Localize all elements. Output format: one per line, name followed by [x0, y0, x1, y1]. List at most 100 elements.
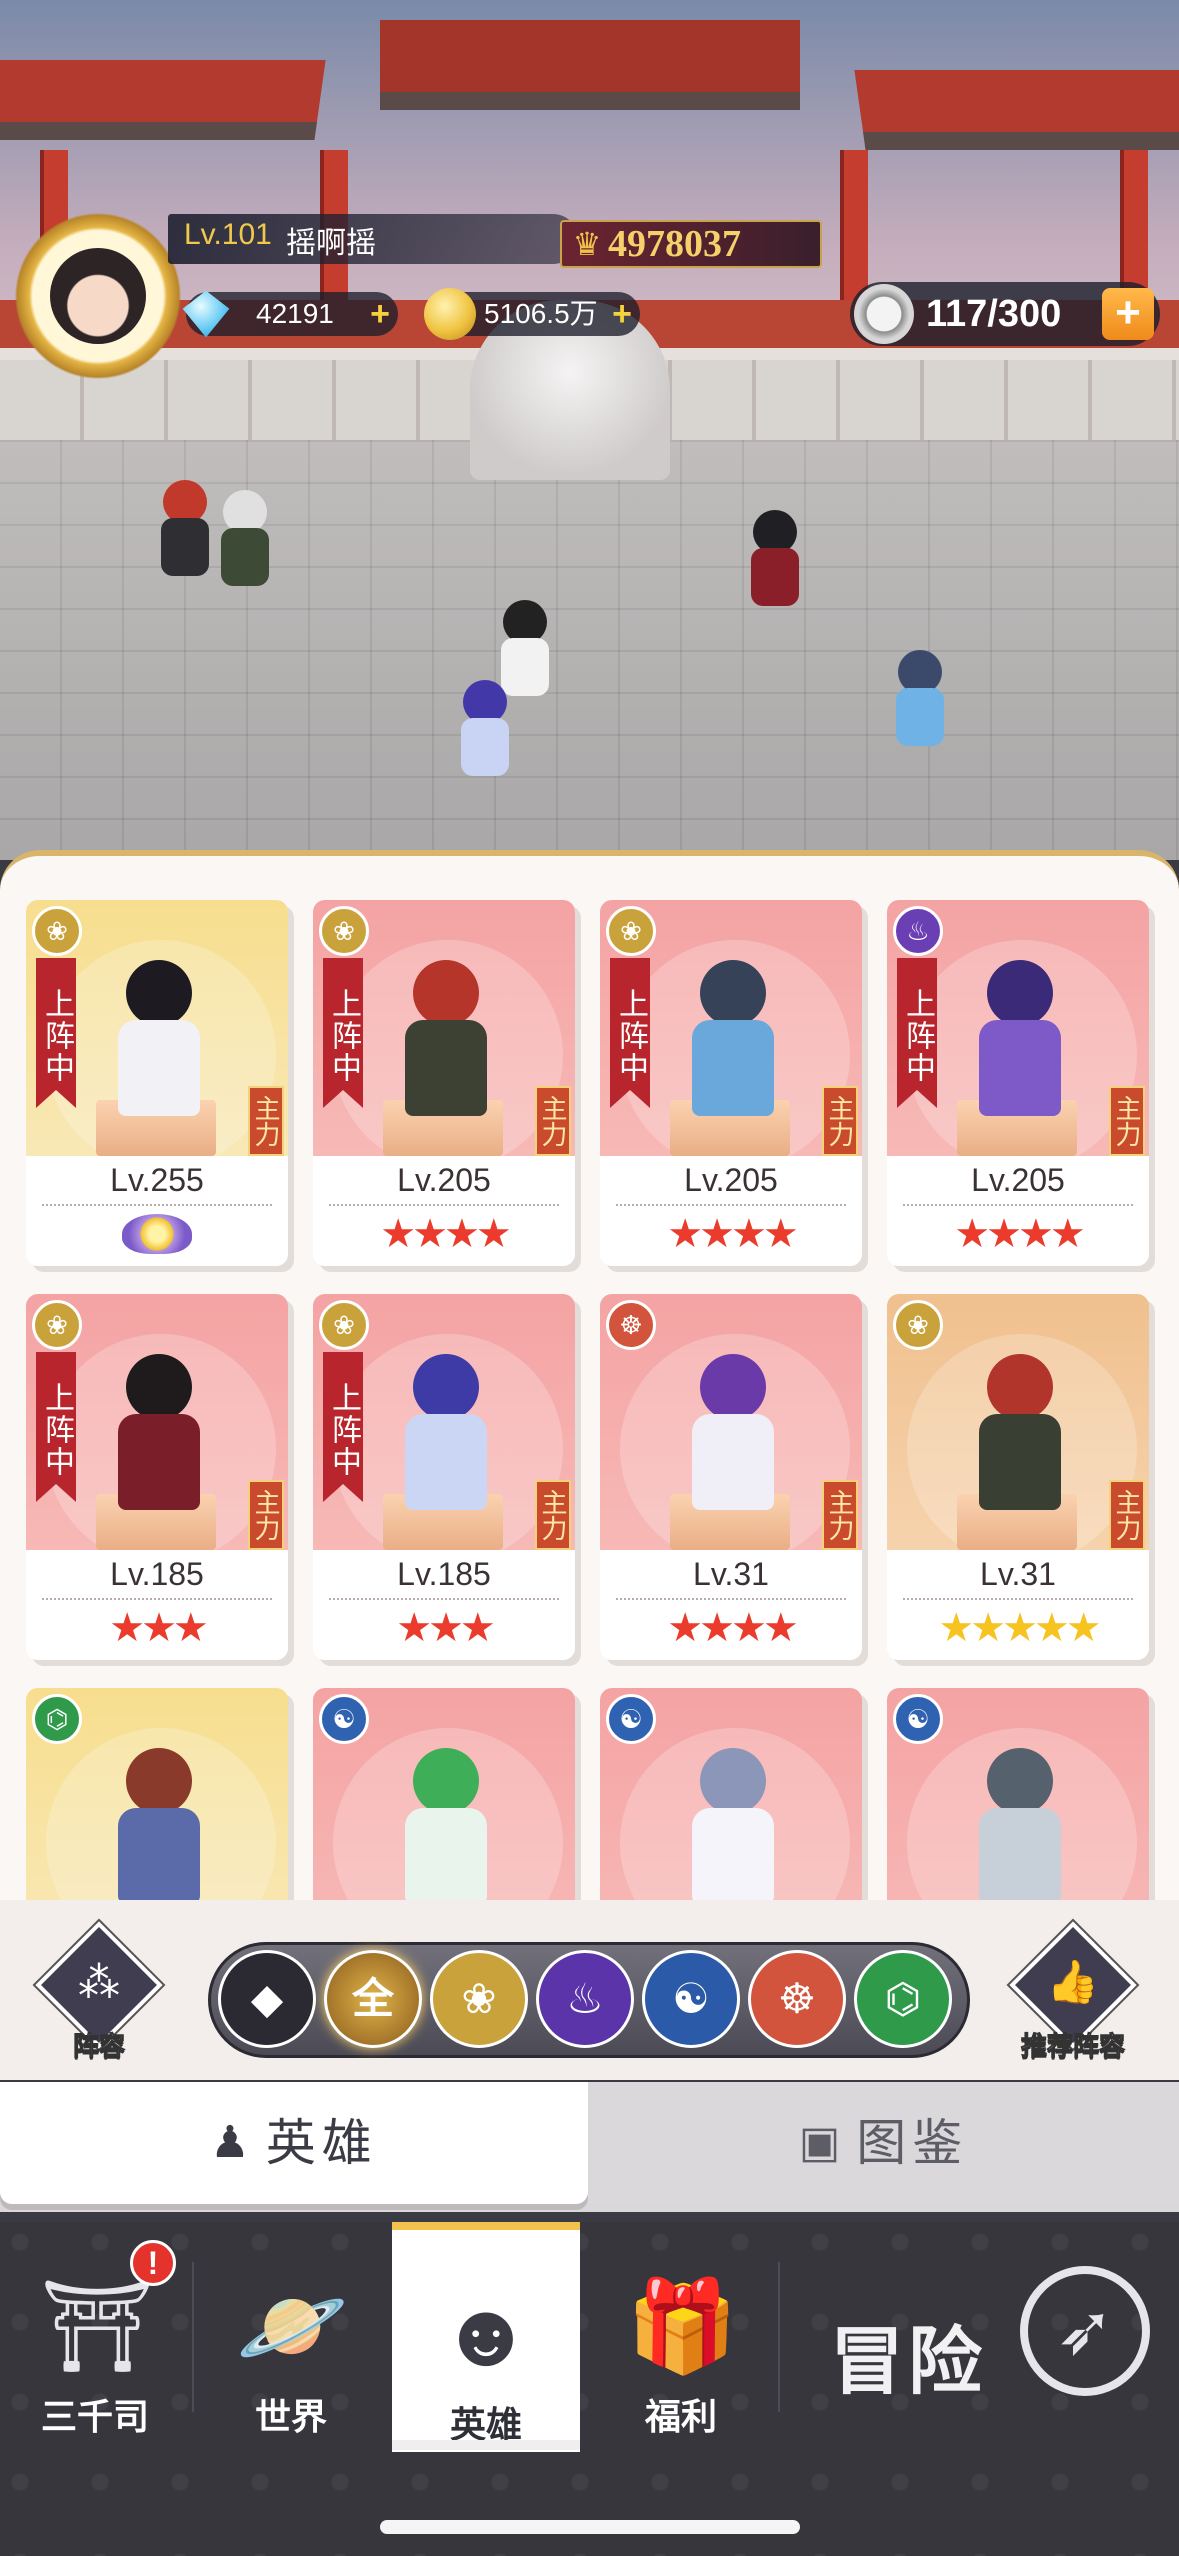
hero-portrait [391, 1354, 501, 1514]
dna-faction-icon: ⌬ [32, 1694, 82, 1744]
star-rating: ★★★ [109, 1606, 209, 1650]
main-force-tag: 主力 [1109, 1086, 1145, 1156]
hero-portrait [678, 1354, 788, 1514]
flame-filter-icon[interactable]: ♨ [536, 1950, 634, 2048]
deployed-tag: 上阵中 [897, 958, 937, 1108]
deployed-tag: 上阵中 [36, 958, 76, 1108]
stamina-value: 117/300 [926, 293, 1062, 335]
hero-card[interactable]: ☯ [887, 1688, 1149, 1900]
hero-level: Lv.31 [980, 1556, 1056, 1592]
nav-heroes[interactable]: ☻ 英雄 [392, 2222, 580, 2452]
ultimate-filter-icon[interactable]: ◆ [218, 1950, 316, 2048]
star-rating: ★★★★ [667, 1606, 798, 1650]
hero-bust-icon: ☻ [438, 2285, 534, 2385]
hero-card[interactable]: ☯ [313, 1688, 575, 1900]
stamina-icon [854, 284, 914, 344]
tab-codex[interactable]: ▣ 图鉴 [588, 2082, 1179, 2204]
active-underline [392, 2440, 580, 2450]
monk-filter-icon[interactable]: ☸ [748, 1950, 846, 2048]
hero-portrait [678, 960, 788, 1120]
star-rating: ★★★★ [380, 1212, 511, 1256]
hero-portrait [391, 960, 501, 1120]
swirl-faction-icon: ☯ [319, 1694, 369, 1744]
hero-level: Lv.185 [397, 1556, 491, 1592]
hero-sprite[interactable] [210, 490, 280, 600]
recommend-lineup-button[interactable]: 👍 推荐阵容 [1008, 1921, 1138, 2064]
deployed-tag: 上阵中 [610, 958, 650, 1108]
power-icon: ♛ [572, 226, 602, 262]
hero-portrait [965, 1354, 1075, 1514]
star-rating: ★★★★★ [938, 1606, 1101, 1650]
nav-welfare[interactable]: 🎁 福利 [586, 2222, 776, 2452]
codex-book-icon: ▣ [798, 2118, 841, 2167]
hero-portrait [104, 1354, 214, 1514]
add-diamond-button[interactable]: + [370, 296, 390, 332]
swirl-filter-icon[interactable]: ☯ [642, 1950, 740, 2048]
hero-level: Lv.31 [693, 1556, 769, 1592]
hero-level: Lv.205 [684, 1162, 778, 1198]
hero-portrait [965, 1748, 1075, 1900]
main-force-tag: 主力 [248, 1480, 284, 1550]
temple-roof [854, 70, 1179, 150]
hero-card[interactable]: ❀ 上阵中 主力 Lv.255 [26, 900, 288, 1266]
flame-faction-icon: ♨ [893, 906, 943, 956]
combat-power: 4978037 [608, 223, 741, 265]
hero-card[interactable]: ☯ [600, 1688, 862, 1900]
hero-card[interactable]: ⌬ [26, 1688, 288, 1900]
main-force-tag: 主力 [248, 1086, 284, 1156]
temple-roof [380, 20, 800, 110]
star-rating: ★★★ [396, 1606, 496, 1650]
hero-card[interactable]: ☸ 主力 Lv.31 ★★★★ [600, 1294, 862, 1660]
temple-icon: ⛩ [40, 2277, 155, 2377]
hero-portrait [391, 1748, 501, 1900]
lotus-faction-icon: ❀ [319, 906, 369, 956]
lotus-faction-icon: ❀ [319, 1300, 369, 1350]
hero-sprite[interactable] [890, 650, 950, 750]
tab-heroes[interactable]: ♟ 英雄 [0, 2082, 588, 2204]
stamina-counter[interactable]: 117/300 + [850, 282, 1160, 346]
dna-filter-icon[interactable]: ⌬ [854, 1950, 952, 2048]
lineup-button[interactable]: ⁂ 阵容 [34, 1921, 164, 2064]
hero-portrait [104, 960, 214, 1120]
monk-faction-icon: ☸ [606, 1300, 656, 1350]
player-avatar[interactable] [14, 212, 182, 380]
main-force-tag: 主力 [822, 1480, 858, 1550]
nav-adventure-label: 冒险 [830, 2320, 986, 2403]
star-rating: ★★★★ [667, 1212, 798, 1256]
add-gold-button[interactable]: + [612, 296, 632, 332]
hero-level: Lv.205 [971, 1162, 1065, 1198]
rank-badge-icon [122, 1214, 192, 1254]
home-indicator[interactable] [380, 2520, 800, 2534]
diamond-value: 42191 [256, 298, 334, 329]
hero-card[interactable]: ❀ 主力 Lv.31 ★★★★★ [887, 1294, 1149, 1660]
main-force-tag: 主力 [535, 1480, 571, 1550]
hero-level: Lv.185 [110, 1556, 204, 1592]
gift-box-icon: 🎁 [626, 2277, 739, 2377]
gold-counter[interactable]: 5106.5万 + [424, 288, 640, 340]
hero-card[interactable]: ❀ 上阵中 主力 Lv.205 ★★★★ [313, 900, 575, 1266]
nav-world[interactable]: 🪐 世界 [196, 2222, 386, 2452]
gold-value: 5106.5万 [484, 298, 598, 329]
lineup-icon: ⁂ [78, 1959, 120, 2006]
hero-portrait [104, 1748, 214, 1900]
hero-card[interactable]: ❀ 上阵中 主力 Lv.185 ★★★ [26, 1294, 288, 1660]
thumbs-up-icon: 👍 [1046, 1958, 1100, 2005]
add-stamina-button[interactable]: + [1102, 288, 1154, 340]
hero-silhouette-icon: ♟ [210, 2118, 250, 2167]
hero-card[interactable]: ❀ 上阵中 主力 Lv.205 ★★★★ [600, 900, 862, 1266]
tab-codex-label: 图鉴 [856, 2115, 969, 2171]
main-force-tag: 主力 [822, 1086, 858, 1156]
nav-welfare-label: 福利 [644, 2396, 717, 2437]
nav-adventure[interactable]: 冒险 ➶ [780, 2222, 1179, 2452]
hero-portrait [678, 1748, 788, 1900]
diamond-counter[interactable]: 42191 + [182, 290, 398, 338]
lotus-faction-icon: ❀ [32, 906, 82, 956]
hero-sprite[interactable] [740, 510, 810, 620]
swirl-faction-icon: ☯ [893, 1694, 943, 1744]
hero-card[interactable]: ❀ 上阵中 主力 Lv.185 ★★★ [313, 1294, 575, 1660]
lotus-filter-icon[interactable]: ❀ [430, 1950, 528, 2048]
hero-level: Lv.205 [397, 1162, 491, 1198]
hero-sprite[interactable] [450, 680, 520, 790]
hero-card[interactable]: ♨ 上阵中 主力 Lv.205 ★★★★ [887, 900, 1149, 1266]
filter-all-button[interactable]: 全 [324, 1950, 422, 2048]
